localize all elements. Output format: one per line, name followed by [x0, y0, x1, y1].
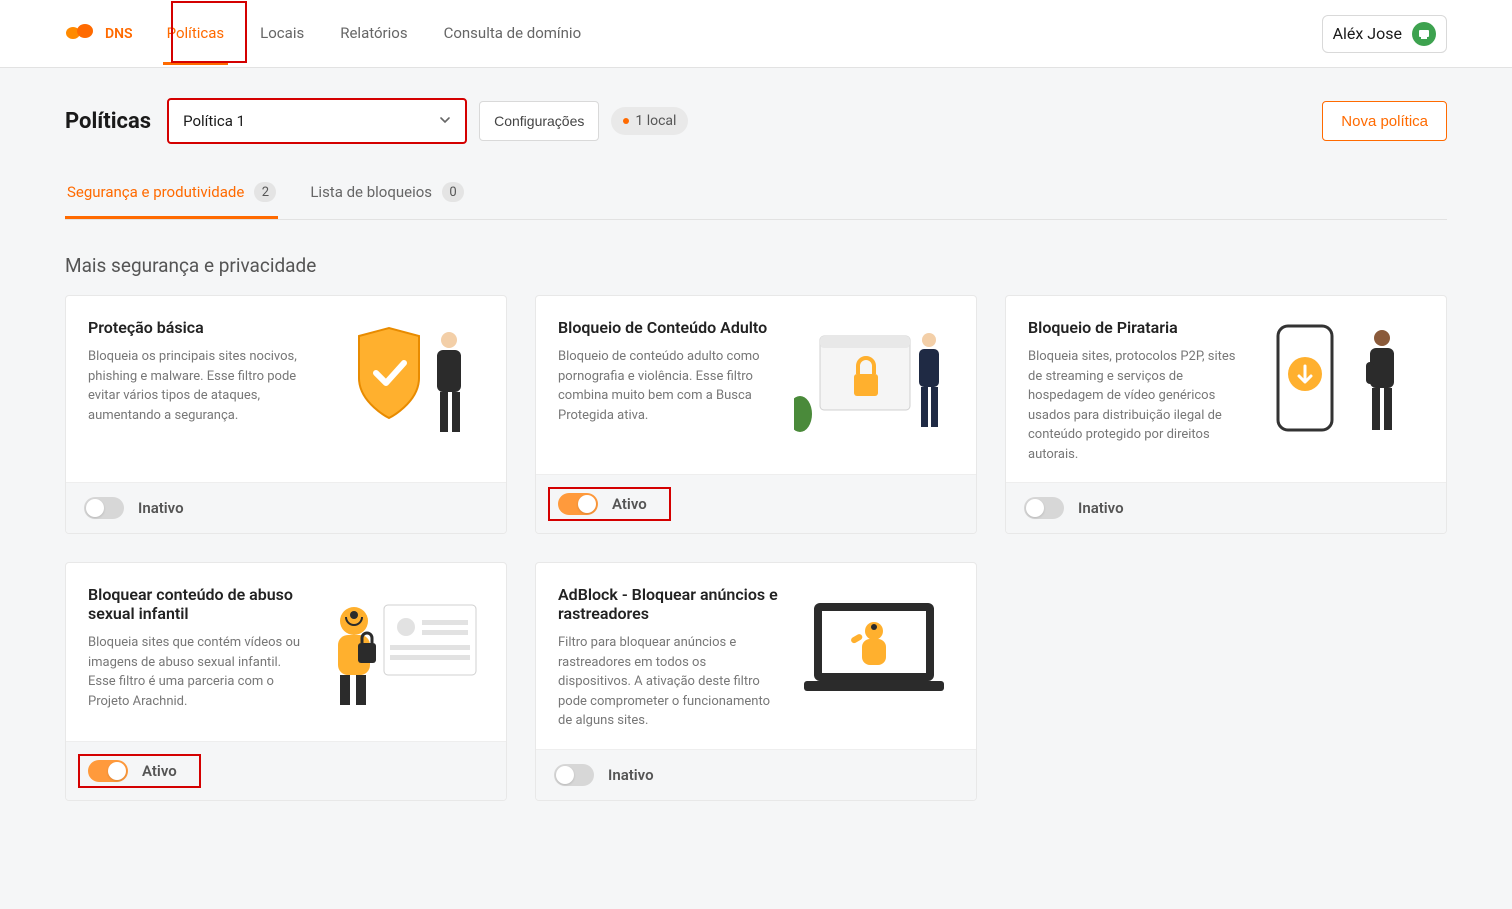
- user-menu[interactable]: Aléx Jose: [1322, 15, 1447, 53]
- chevron-down-icon: [439, 112, 451, 130]
- policy-select-value: Política 1: [183, 112, 245, 130]
- shield-illustration-icon: [324, 318, 484, 448]
- tab-label: Segurança e produtividade: [67, 183, 244, 201]
- content: Políticas Política 1 Configurações 1 loc…: [0, 68, 1512, 831]
- agent-illustration-icon: [324, 585, 484, 715]
- highlight-overlay: Ativo: [78, 754, 201, 788]
- nav-policies[interactable]: Políticas: [163, 2, 229, 65]
- nav-domain-lookup[interactable]: Consulta de domínio: [440, 2, 586, 65]
- page-header-row: Políticas Política 1 Configurações 1 loc…: [65, 98, 1447, 144]
- phone-illustration-icon: [1264, 318, 1424, 448]
- dot-icon: [623, 118, 629, 124]
- toggle-label: Inativo: [608, 766, 654, 784]
- main-nav: Políticas Locais Relatórios Consulta de …: [163, 2, 1322, 65]
- card-footer: Ativo: [66, 741, 506, 800]
- card-desc: Bloqueio de conteúdo adulto como pornogr…: [558, 347, 778, 425]
- new-policy-button[interactable]: Nova política: [1322, 101, 1447, 141]
- tab-blocklist[interactable]: Lista de bloqueios 0: [308, 172, 466, 219]
- laptop-illustration-icon: [794, 585, 954, 715]
- card-adult-content-block: Bloqueio de Conteúdo Adulto Bloqueio de …: [535, 295, 977, 534]
- toggle-adblock[interactable]: [554, 764, 594, 786]
- nav-locations[interactable]: Locais: [256, 2, 308, 65]
- location-badge[interactable]: 1 local: [611, 107, 688, 135]
- card-csam-block: Bloquear conteúdo de abuso sexual infant…: [65, 562, 507, 801]
- card-adblock: AdBlock - Bloquear anúncios e rastreador…: [535, 562, 977, 801]
- policy-select[interactable]: Política 1: [167, 98, 467, 144]
- tab-label: Lista de bloqueios: [310, 183, 432, 201]
- card-desc: Filtro para bloquear anúncios e rastread…: [558, 633, 778, 731]
- user-name: Aléx Jose: [1333, 24, 1402, 43]
- card-title: AdBlock - Bloquear anúncios e rastreador…: [558, 585, 778, 623]
- lock-illustration-icon: [794, 318, 954, 448]
- logo-icon: [65, 21, 95, 47]
- toggle-adult-content[interactable]: [558, 493, 598, 515]
- card-title: Bloqueio de Pirataria: [1028, 318, 1248, 337]
- card-footer: Inativo: [66, 482, 506, 533]
- config-button[interactable]: Configurações: [479, 101, 599, 141]
- toggle-piracy[interactable]: [1024, 497, 1064, 519]
- topbar: DNS Políticas Locais Relatórios Consulta…: [0, 0, 1512, 68]
- tab-security-productivity[interactable]: Segurança e produtividade 2: [65, 172, 278, 219]
- cards-grid: Proteção básica Bloqueia os principais s…: [65, 295, 1447, 801]
- tabs: Segurança e produtividade 2 Lista de blo…: [65, 172, 1447, 220]
- card-desc: Bloqueia sites que contém vídeos ou imag…: [88, 633, 308, 711]
- toggle-basic-protection[interactable]: [84, 497, 124, 519]
- location-badge-text: 1 local: [635, 113, 676, 129]
- logo-text: DNS: [105, 26, 133, 42]
- highlight-overlay: Ativo: [548, 487, 671, 521]
- page-title: Políticas: [65, 109, 151, 134]
- card-desc: Bloqueia os principais sites nocivos, ph…: [88, 347, 308, 425]
- card-footer: Inativo: [1006, 482, 1446, 533]
- toggle-label: Ativo: [142, 762, 177, 780]
- toggle-csam[interactable]: [88, 760, 128, 782]
- tab-count-badge: 0: [442, 182, 464, 202]
- nav-reports[interactable]: Relatórios: [336, 2, 411, 65]
- toggle-label: Inativo: [1078, 499, 1124, 517]
- card-desc: Bloqueia sites, protocolos P2P, sites de…: [1028, 347, 1248, 464]
- card-title: Proteção básica: [88, 318, 308, 337]
- card-basic-protection: Proteção básica Bloqueia os principais s…: [65, 295, 507, 534]
- tab-count-badge: 2: [254, 182, 276, 202]
- card-piracy-block: Bloqueio de Pirataria Bloqueia sites, pr…: [1005, 295, 1447, 534]
- logo[interactable]: DNS: [65, 21, 133, 47]
- card-footer: Ativo: [536, 474, 976, 533]
- toggle-label: Ativo: [612, 495, 647, 513]
- toggle-label: Inativo: [138, 499, 184, 517]
- card-title: Bloqueio de Conteúdo Adulto: [558, 318, 778, 337]
- avatar-icon: [1412, 22, 1436, 46]
- card-footer: Inativo: [536, 749, 976, 800]
- card-title: Bloquear conteúdo de abuso sexual infant…: [88, 585, 308, 623]
- section-title: Mais segurança e privacidade: [65, 254, 1447, 277]
